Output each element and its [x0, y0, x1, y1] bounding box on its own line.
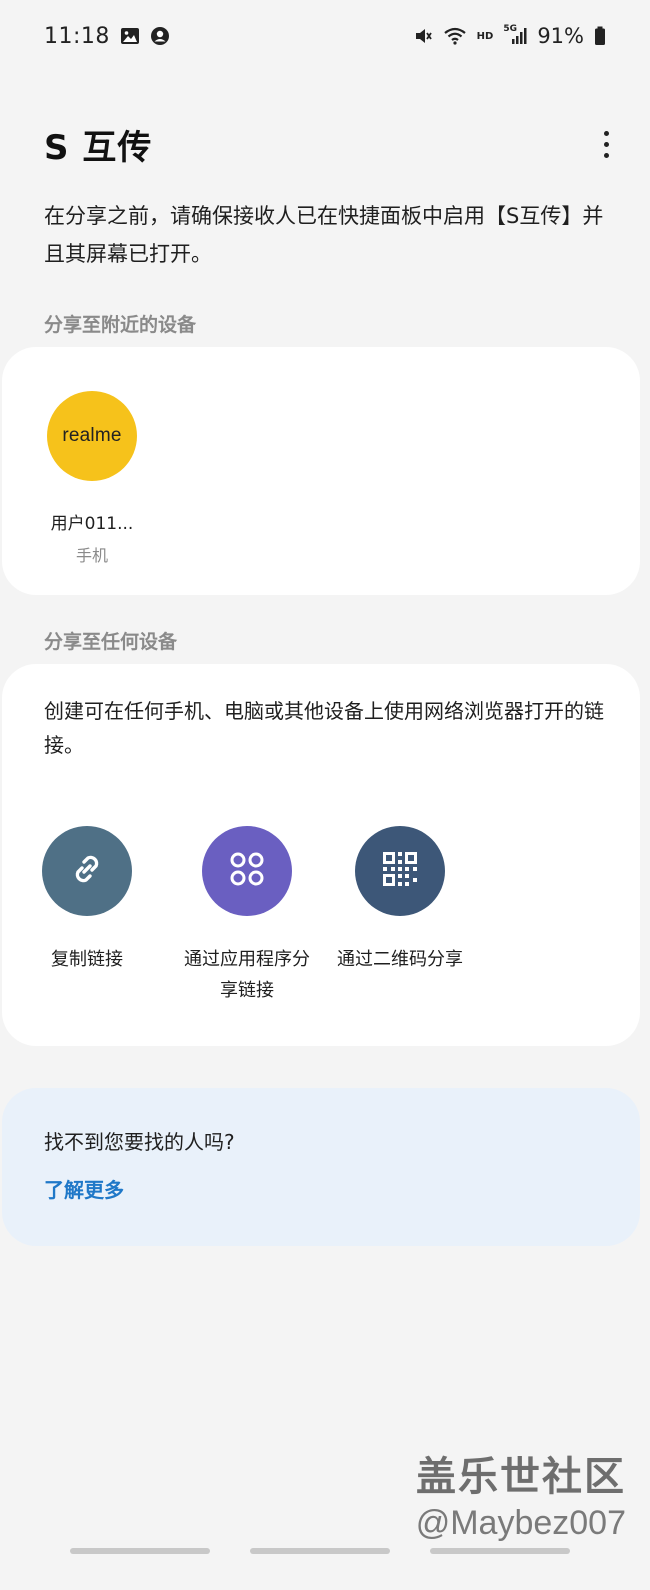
help-card: 找不到您要找的人吗? 了解更多 [2, 1088, 640, 1246]
share-circle [42, 826, 132, 916]
nav-back-pill[interactable] [70, 1548, 210, 1554]
section-label-nearby: 分享至附近的设备 [44, 314, 197, 336]
more-options-icon-dot [603, 141, 609, 147]
learn-more-link[interactable]: 了解更多 [44, 1174, 124, 1203]
nearby-devices-card: realme 用户011... 手机 [2, 347, 640, 595]
share-option-label: 复制链接 [51, 949, 123, 970]
gallery-icon [120, 26, 140, 46]
device-brand-logo: realme [62, 425, 122, 446]
watermark-community: 盖乐世社区 [416, 1455, 626, 1499]
any-device-description: 创建可在任何手机、电脑或其他设备上使用网络浏览器打开的链接。 [44, 699, 604, 757]
account-icon [150, 26, 170, 46]
more-options-icon-dot [603, 152, 609, 158]
battery-icon [594, 26, 606, 46]
status-left: 11:18 [44, 24, 170, 49]
apps-icon [226, 848, 268, 894]
qr-code-icon [380, 849, 420, 893]
nav-recents-pill[interactable] [430, 1548, 570, 1554]
title-row: S 互传 [44, 118, 614, 170]
share-circle [355, 826, 445, 916]
any-device-card: 创建可在任何手机、电脑或其他设备上使用网络浏览器打开的链接。 复制链接 通过应用… [2, 664, 640, 1046]
navigation-bar [0, 1548, 650, 1560]
more-options-icon [603, 130, 609, 136]
status-right: HD 5G 91% [413, 24, 606, 48]
link-icon [66, 848, 108, 894]
help-question: 找不到您要找的人吗? [44, 1130, 235, 1154]
share-via-qr-button[interactable]: 通过二维码分享 [325, 826, 475, 975]
mute-icon [413, 26, 433, 46]
share-option-label: 通过二维码分享 [337, 949, 463, 970]
signal-5g-icon: 5G [503, 24, 527, 46]
device-type: 手机 [75, 546, 108, 565]
wifi-icon [443, 26, 467, 46]
copy-link-button[interactable]: 复制链接 [12, 826, 162, 975]
more-options-button[interactable] [586, 118, 626, 170]
device-name: 用户011... [50, 514, 134, 534]
status-bar: 11:18 HD 5G 91% [0, 0, 650, 72]
battery-percent: 91% [537, 24, 584, 48]
share-option-label: 通过应用程序分享链接 [184, 949, 310, 1001]
nav-home-pill[interactable] [250, 1548, 390, 1554]
watermark-handle: @Maybez007 [415, 1504, 626, 1542]
device-avatar: realme [47, 391, 137, 481]
status-time: 11:18 [44, 23, 110, 49]
nearby-device[interactable]: realme 用户011... 手机 [42, 391, 142, 566]
share-circle [202, 826, 292, 916]
page-title: S 互传 [44, 127, 153, 168]
hd-icon: HD [476, 30, 494, 42]
share-via-app-button[interactable]: 通过应用程序分享链接 [172, 826, 322, 1006]
intro-text: 在分享之前，请确保接收人已在快捷面板中启用【S互传】并且其屏幕已打开。 [44, 204, 604, 266]
section-label-any-device: 分享至任何设备 [44, 631, 178, 653]
